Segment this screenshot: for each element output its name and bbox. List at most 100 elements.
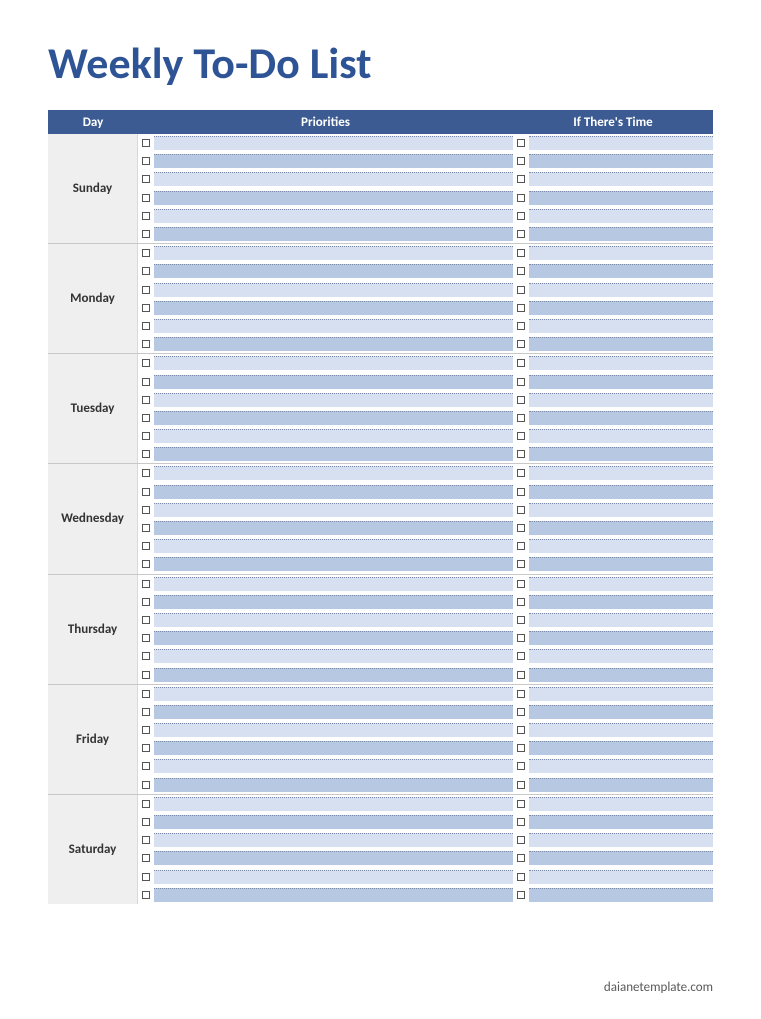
if-time-input-line[interactable]: [529, 741, 713, 755]
priority-input-line[interactable]: [154, 246, 513, 260]
if-time-input-line[interactable]: [529, 539, 713, 553]
checkbox-icon[interactable]: [142, 690, 150, 698]
priority-input-line[interactable]: [154, 375, 513, 389]
priority-input-line[interactable]: [154, 191, 513, 205]
checkbox-icon[interactable]: [517, 267, 525, 275]
priority-input-line[interactable]: [154, 631, 513, 645]
priority-input-line[interactable]: [154, 833, 513, 847]
checkbox-icon[interactable]: [142, 542, 150, 550]
checkbox-icon[interactable]: [142, 396, 150, 404]
checkbox-icon[interactable]: [142, 818, 150, 826]
if-time-input-line[interactable]: [529, 393, 713, 407]
if-time-input-line[interactable]: [529, 301, 713, 315]
checkbox-icon[interactable]: [517, 560, 525, 568]
if-time-input-line[interactable]: [529, 283, 713, 297]
checkbox-icon[interactable]: [517, 230, 525, 238]
checkbox-icon[interactable]: [142, 781, 150, 789]
priority-input-line[interactable]: [154, 172, 513, 186]
checkbox-icon[interactable]: [142, 194, 150, 202]
if-time-input-line[interactable]: [529, 356, 713, 370]
if-time-input-line[interactable]: [529, 723, 713, 737]
priority-input-line[interactable]: [154, 319, 513, 333]
checkbox-icon[interactable]: [142, 488, 150, 496]
checkbox-icon[interactable]: [142, 598, 150, 606]
priority-input-line[interactable]: [154, 337, 513, 351]
checkbox-icon[interactable]: [142, 854, 150, 862]
checkbox-icon[interactable]: [142, 560, 150, 568]
if-time-input-line[interactable]: [529, 778, 713, 792]
checkbox-icon[interactable]: [142, 212, 150, 220]
if-time-input-line[interactable]: [529, 191, 713, 205]
priority-input-line[interactable]: [154, 264, 513, 278]
checkbox-icon[interactable]: [517, 690, 525, 698]
checkbox-icon[interactable]: [517, 708, 525, 716]
checkbox-icon[interactable]: [517, 506, 525, 514]
checkbox-icon[interactable]: [142, 359, 150, 367]
checkbox-icon[interactable]: [142, 450, 150, 458]
checkbox-icon[interactable]: [517, 450, 525, 458]
checkbox-icon[interactable]: [142, 267, 150, 275]
checkbox-icon[interactable]: [517, 580, 525, 588]
if-time-input-line[interactable]: [529, 337, 713, 351]
checkbox-icon[interactable]: [142, 616, 150, 624]
checkbox-icon[interactable]: [142, 891, 150, 899]
checkbox-icon[interactable]: [142, 634, 150, 642]
if-time-input-line[interactable]: [529, 759, 713, 773]
checkbox-icon[interactable]: [517, 157, 525, 165]
checkbox-icon[interactable]: [517, 652, 525, 660]
checkbox-icon[interactable]: [517, 249, 525, 257]
if-time-input-line[interactable]: [529, 172, 713, 186]
priority-input-line[interactable]: [154, 539, 513, 553]
checkbox-icon[interactable]: [142, 139, 150, 147]
priority-input-line[interactable]: [154, 301, 513, 315]
if-time-input-line[interactable]: [529, 833, 713, 847]
if-time-input-line[interactable]: [529, 613, 713, 627]
checkbox-icon[interactable]: [517, 212, 525, 220]
checkbox-icon[interactable]: [517, 396, 525, 404]
if-time-input-line[interactable]: [529, 136, 713, 150]
if-time-input-line[interactable]: [529, 503, 713, 517]
checkbox-icon[interactable]: [517, 469, 525, 477]
checkbox-icon[interactable]: [142, 800, 150, 808]
priority-input-line[interactable]: [154, 283, 513, 297]
checkbox-icon[interactable]: [517, 414, 525, 422]
if-time-input-line[interactable]: [529, 557, 713, 571]
if-time-input-line[interactable]: [529, 521, 713, 535]
priority-input-line[interactable]: [154, 411, 513, 425]
checkbox-icon[interactable]: [517, 286, 525, 294]
checkbox-icon[interactable]: [517, 359, 525, 367]
priority-input-line[interactable]: [154, 668, 513, 682]
checkbox-icon[interactable]: [517, 634, 525, 642]
priority-input-line[interactable]: [154, 741, 513, 755]
if-time-input-line[interactable]: [529, 888, 713, 902]
if-time-input-line[interactable]: [529, 466, 713, 480]
checkbox-icon[interactable]: [142, 506, 150, 514]
checkbox-icon[interactable]: [142, 175, 150, 183]
checkbox-icon[interactable]: [517, 671, 525, 679]
if-time-input-line[interactable]: [529, 595, 713, 609]
priority-input-line[interactable]: [154, 759, 513, 773]
checkbox-icon[interactable]: [142, 744, 150, 752]
if-time-input-line[interactable]: [529, 375, 713, 389]
priority-input-line[interactable]: [154, 521, 513, 535]
checkbox-icon[interactable]: [142, 580, 150, 588]
checkbox-icon[interactable]: [142, 524, 150, 532]
checkbox-icon[interactable]: [142, 304, 150, 312]
if-time-input-line[interactable]: [529, 447, 713, 461]
priority-input-line[interactable]: [154, 613, 513, 627]
if-time-input-line[interactable]: [529, 319, 713, 333]
checkbox-icon[interactable]: [142, 249, 150, 257]
priority-input-line[interactable]: [154, 485, 513, 499]
checkbox-icon[interactable]: [142, 157, 150, 165]
checkbox-icon[interactable]: [142, 836, 150, 844]
priority-input-line[interactable]: [154, 356, 513, 370]
checkbox-icon[interactable]: [517, 726, 525, 734]
checkbox-icon[interactable]: [517, 891, 525, 899]
checkbox-icon[interactable]: [517, 744, 525, 752]
checkbox-icon[interactable]: [517, 873, 525, 881]
checkbox-icon[interactable]: [142, 671, 150, 679]
priority-input-line[interactable]: [154, 705, 513, 719]
checkbox-icon[interactable]: [517, 800, 525, 808]
if-time-input-line[interactable]: [529, 209, 713, 223]
checkbox-icon[interactable]: [517, 340, 525, 348]
